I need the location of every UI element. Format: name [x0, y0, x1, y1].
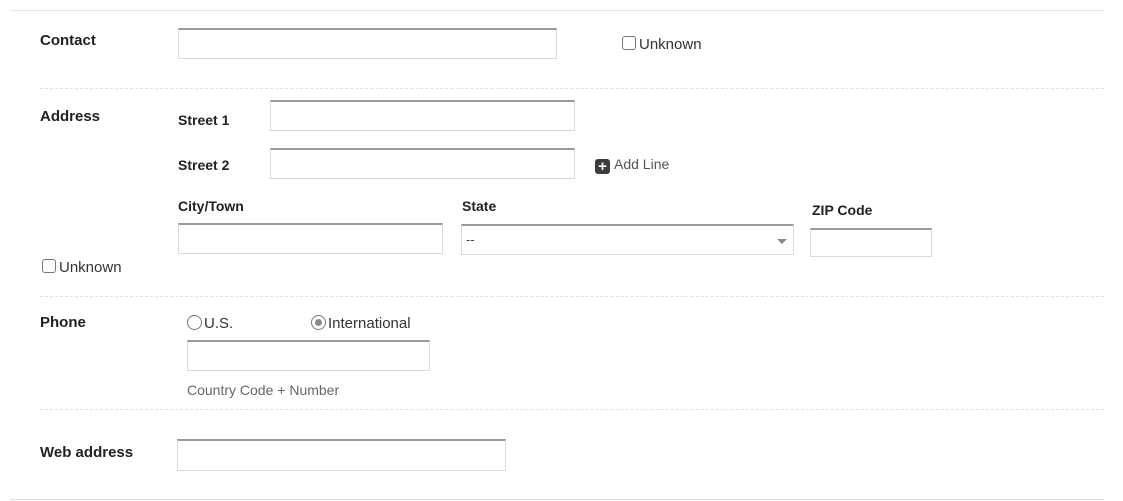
- phone-option-us-label: U.S.: [204, 315, 234, 332]
- street1-label: Street 1: [178, 112, 230, 128]
- zip-input[interactable]: [810, 228, 932, 257]
- section-divider: [40, 409, 1104, 410]
- street2-label: Street 2: [178, 157, 230, 173]
- radio-icon: [187, 315, 202, 330]
- state-select[interactable]: --: [461, 224, 794, 255]
- section-divider: [40, 88, 1104, 89]
- city-input[interactable]: [178, 223, 443, 254]
- section-divider: [40, 296, 1104, 297]
- phone-input[interactable]: [187, 340, 430, 371]
- phone-option-international[interactable]: International: [311, 315, 411, 333]
- street1-input[interactable]: [270, 100, 575, 131]
- web-address-label: Web address: [40, 444, 134, 461]
- address-unknown-label: Unknown: [59, 259, 122, 276]
- checkbox-icon: [42, 259, 56, 273]
- chevron-down-icon: [777, 239, 787, 244]
- address-unknown-checkbox[interactable]: Unknown: [42, 259, 122, 277]
- state-label: State: [462, 198, 497, 214]
- checkbox-icon: [622, 36, 636, 50]
- contact-unknown-checkbox[interactable]: Unknown: [622, 36, 702, 54]
- form-frame: [10, 10, 1104, 500]
- phone-hint: Country Code + Number: [187, 382, 340, 398]
- zip-label: ZIP Code: [812, 202, 873, 218]
- plus-icon: +: [595, 159, 610, 174]
- contact-unknown-label: Unknown: [639, 36, 702, 53]
- phone-option-international-label: International: [328, 315, 411, 332]
- street2-input[interactable]: [270, 148, 575, 179]
- phone-option-us[interactable]: U.S.: [187, 315, 233, 333]
- city-label: City/Town: [178, 198, 244, 214]
- add-line-label: Add Line: [614, 156, 670, 172]
- address-label: Address: [40, 108, 101, 125]
- contact-input[interactable]: [178, 28, 557, 59]
- web-address-input[interactable]: [177, 439, 506, 471]
- radio-selected-icon: [311, 315, 326, 330]
- state-select-value: --: [466, 232, 475, 247]
- add-line-button[interactable]: + Add Line: [595, 156, 669, 174]
- phone-label: Phone: [40, 314, 86, 331]
- contact-label: Contact: [40, 32, 96, 49]
